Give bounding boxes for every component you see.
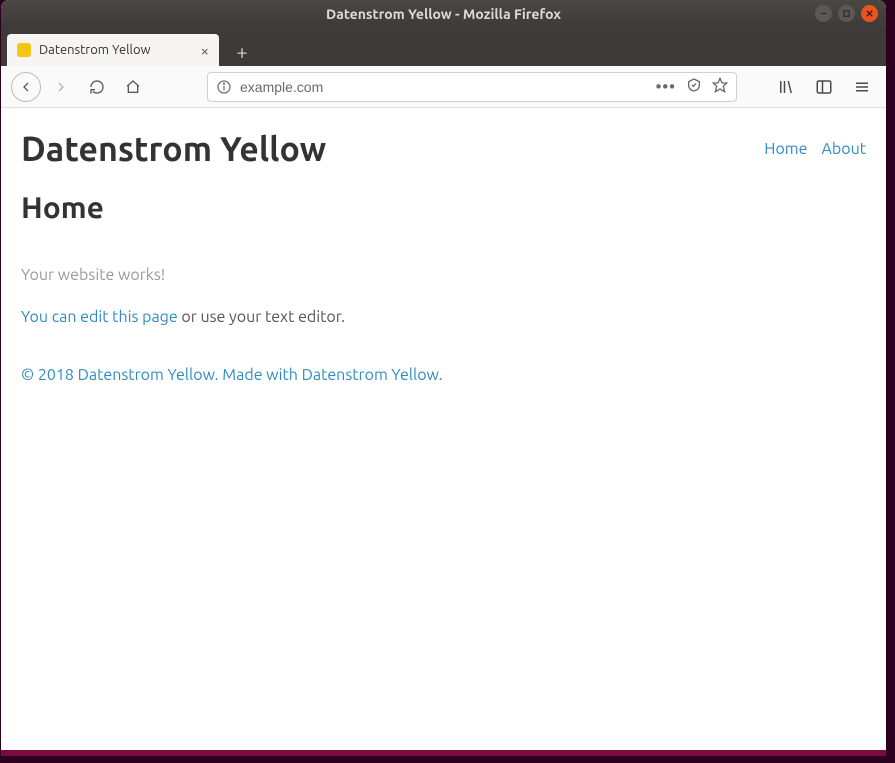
nav-link-about[interactable]: About (821, 140, 866, 158)
site-nav: Home About (764, 140, 866, 158)
reload-button[interactable] (81, 71, 113, 103)
favicon-icon (17, 43, 31, 57)
page-heading: Home (21, 190, 866, 224)
bookmark-star-icon[interactable] (712, 77, 728, 97)
tab-strip: Datenstrom Yellow × + (1, 28, 886, 66)
intro-text: Your website works! (21, 266, 866, 284)
nav-link-home[interactable]: Home (764, 140, 807, 158)
edit-page-link[interactable]: You can edit this page (21, 308, 178, 326)
footer-madewith-link[interactable]: Made with Datenstrom Yellow. (222, 366, 442, 384)
browser-toolbar: ••• (1, 66, 886, 108)
address-bar[interactable]: ••• (207, 72, 737, 102)
new-tab-button[interactable]: + (227, 36, 257, 66)
tab-close-icon[interactable]: × (201, 43, 209, 58)
browser-tab-active[interactable]: Datenstrom Yellow × (7, 34, 219, 66)
page-actions-icon[interactable]: ••• (656, 78, 676, 96)
window-maximize-button[interactable] (838, 5, 855, 22)
window-titlebar: Datenstrom Yellow - Mozilla Firefox (1, 0, 886, 28)
edit-rest-text: or use your text editor. (178, 308, 345, 326)
forward-button[interactable] (45, 71, 77, 103)
page-footer: © 2018 Datenstrom Yellow. Made with Date… (21, 366, 866, 384)
sidebar-icon[interactable] (810, 73, 838, 101)
site-title: Datenstrom Yellow (21, 130, 326, 168)
home-button[interactable] (117, 71, 149, 103)
window-minimize-button[interactable] (815, 5, 832, 22)
reader-mode-icon[interactable] (686, 77, 702, 97)
library-icon[interactable] (772, 73, 800, 101)
window-title: Datenstrom Yellow - Mozilla Firefox (326, 6, 561, 22)
site-info-icon[interactable] (216, 79, 232, 95)
url-input[interactable] (240, 79, 656, 95)
menu-icon[interactable] (848, 73, 876, 101)
page-content: Datenstrom Yellow Home About Home Your w… (1, 108, 886, 750)
window-close-button[interactable] (861, 5, 878, 22)
footer-copyright-link[interactable]: © 2018 Datenstrom Yellow. (21, 366, 219, 384)
edit-paragraph: You can edit this page or use your text … (21, 308, 866, 326)
back-button[interactable] (11, 72, 41, 102)
tab-label: Datenstrom Yellow (39, 43, 151, 57)
desktop-edge (1, 750, 886, 756)
